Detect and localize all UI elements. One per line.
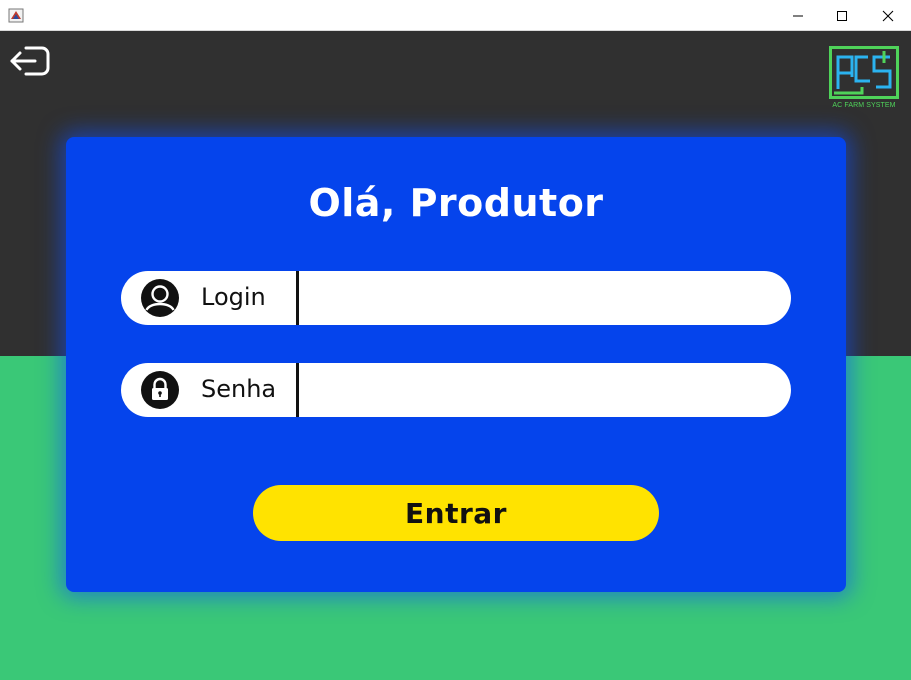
logo-emblem [829,46,899,99]
password-field: Senha [121,363,791,417]
field-divider [296,363,299,417]
login-card: Olá, Produtor Login Senha Entrar [66,137,846,592]
ac-farm-system-logo: AC FARM SYSTEM [828,45,900,111]
minimize-icon [793,15,803,16]
minimize-button[interactable] [775,0,821,31]
logo-caption: AC FARM SYSTEM [832,102,896,109]
close-button[interactable] [865,0,911,31]
login-label: Login [201,283,266,311]
password-label: Senha [201,375,277,403]
password-input[interactable] [301,365,771,415]
java-app-icon [8,8,24,23]
lock-icon [141,371,179,409]
window-titlebar [0,0,911,31]
logout-button[interactable] [8,42,52,80]
page-title: Olá, Produtor [308,181,604,225]
submit-button[interactable]: Entrar [253,485,659,541]
close-icon [882,10,894,21]
logout-arrow-icon [10,46,50,76]
login-field: Login [121,271,791,325]
field-divider [296,271,299,325]
user-icon [141,279,179,317]
maximize-button[interactable] [819,0,865,31]
logo-maze-icon [834,51,892,95]
login-input[interactable] [301,273,771,323]
maximize-icon [837,10,847,21]
